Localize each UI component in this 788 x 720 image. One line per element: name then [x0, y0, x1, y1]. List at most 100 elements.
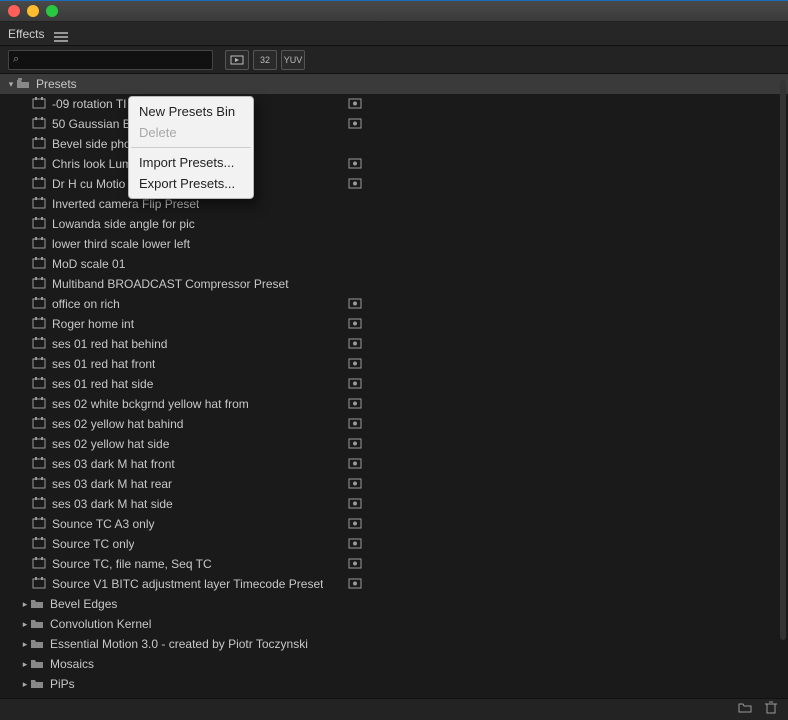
preset-icon — [32, 357, 46, 372]
preset-folder[interactable]: ▸Bevel Edges — [0, 594, 788, 614]
preset-icon — [32, 517, 46, 532]
preset-icon — [32, 417, 46, 432]
caret-down-icon[interactable]: ▾ — [6, 79, 16, 90]
badge-icon — [348, 457, 362, 472]
maximize-window-button[interactable] — [46, 5, 58, 17]
preset-item[interactable]: ses 01 red hat side — [0, 374, 788, 394]
accelerated-effects-filter[interactable] — [225, 50, 249, 70]
window-top-accent — [0, 0, 788, 1]
caret-right-icon[interactable]: ▸ — [20, 639, 30, 650]
badge-icon — [348, 517, 362, 532]
preset-label: Multiband BROADCAST Compressor Preset — [52, 277, 289, 291]
caret-right-icon[interactable]: ▸ — [20, 619, 30, 630]
preset-icon — [32, 157, 46, 172]
preset-item[interactable]: lower third scale lower left — [0, 234, 788, 254]
tree-root-presets[interactable]: ▾ Presets — [0, 74, 788, 94]
filter-icons: 32 YUV — [225, 50, 305, 70]
preset-item[interactable]: Dr H cu Motio — [0, 174, 788, 194]
search-input[interactable] — [22, 54, 208, 66]
preset-icon — [32, 557, 46, 572]
badge-icon — [348, 497, 362, 512]
preset-label: Bevel side pho — [52, 137, 131, 151]
preset-label: ses 01 red hat behind — [52, 337, 167, 351]
preset-label: -09 rotation TI — [52, 97, 126, 111]
preset-item[interactable]: Source TC only — [0, 534, 788, 554]
context-menu-export-presets[interactable]: Export Presets... — [129, 173, 253, 194]
preset-label: Inverted camera Flip Preset — [52, 197, 199, 211]
preset-icon — [32, 177, 46, 192]
32bit-filter[interactable]: 32 — [253, 50, 277, 70]
preset-icon — [32, 537, 46, 552]
preset-icon — [32, 317, 46, 332]
preset-item[interactable]: ses 03 dark M hat rear — [0, 474, 788, 494]
preset-label: Roger home int — [52, 317, 134, 331]
panel-menu-icon[interactable] — [54, 29, 68, 39]
folder-icon — [30, 657, 44, 672]
preset-folder[interactable]: ▸Convolution Kernel — [0, 614, 788, 634]
caret-right-icon[interactable]: ▸ — [20, 659, 30, 670]
preset-item[interactable]: Source TC, file name, Seq TC — [0, 554, 788, 574]
preset-item[interactable]: ses 01 red hat behind — [0, 334, 788, 354]
preset-icon — [32, 217, 46, 232]
preset-item[interactable]: 50 Gaussian B — [0, 114, 788, 134]
scrollbar[interactable] — [780, 80, 786, 640]
close-window-button[interactable] — [8, 5, 20, 17]
preset-item[interactable]: ses 03 dark M hat front — [0, 454, 788, 474]
preset-icon — [32, 297, 46, 312]
preset-item[interactable]: MoD scale 01 — [0, 254, 788, 274]
preset-label: 50 Gaussian B — [52, 117, 131, 131]
context-menu: New Presets Bin Delete Import Presets...… — [128, 96, 254, 199]
effects-tree[interactable]: ▾ Presets -09 rotation TI 50 Gaussian B Be… — [0, 74, 788, 694]
minimize-window-button[interactable] — [27, 5, 39, 17]
preset-item[interactable]: ses 02 yellow hat side — [0, 434, 788, 454]
preset-label: Lowanda side angle for pic — [52, 217, 195, 231]
preset-item[interactable]: Bevel side pho — [0, 134, 788, 154]
titlebar — [0, 0, 788, 22]
preset-item[interactable]: Chris look Lum — [0, 154, 788, 174]
preset-icon — [32, 97, 46, 112]
preset-item[interactable]: Inverted camera Flip Preset — [0, 194, 788, 214]
context-menu-new-presets-bin[interactable]: New Presets Bin — [129, 101, 253, 122]
preset-item[interactable]: ses 02 white bckgrnd yellow hat from — [0, 394, 788, 414]
panel-header: Effects — [0, 22, 788, 46]
badge-icon — [348, 477, 362, 492]
trash-icon[interactable] — [764, 700, 778, 719]
preset-item[interactable]: ses 01 red hat front — [0, 354, 788, 374]
preset-label: Dr H cu Motio — [52, 177, 125, 191]
badge-icon — [348, 337, 362, 352]
badge-icon — [348, 177, 362, 192]
preset-label: ses 03 dark M hat side — [52, 497, 173, 511]
folder-icon — [30, 597, 44, 612]
search-field-wrap[interactable]: ⌕ — [8, 50, 213, 70]
context-menu-import-presets[interactable]: Import Presets... — [129, 152, 253, 173]
toolbar: ⌕ 32 YUV — [0, 46, 788, 74]
preset-label: ses 02 yellow hat side — [52, 437, 169, 451]
preset-item[interactable]: office on rich — [0, 294, 788, 314]
preset-label: ses 02 yellow hat bahind — [52, 417, 183, 431]
badge-icon — [348, 297, 362, 312]
preset-item[interactable]: Lowanda side angle for pic — [0, 214, 788, 234]
folder-icon — [30, 617, 44, 632]
preset-item[interactable]: Multiband BROADCAST Compressor Preset — [0, 274, 788, 294]
preset-item[interactable]: Source V1 BITC adjustment layer Timecode… — [0, 574, 788, 594]
preset-item[interactable]: Roger home int — [0, 314, 788, 334]
preset-icon — [32, 117, 46, 132]
preset-folder[interactable]: ▸PiPs — [0, 674, 788, 694]
preset-folder[interactable]: ▸Essential Motion 3.0 - created by Piotr… — [0, 634, 788, 654]
preset-item[interactable]: Sounce TC A3 only — [0, 514, 788, 534]
caret-right-icon[interactable]: ▸ — [20, 679, 30, 690]
folder-label: Mosaics — [50, 657, 94, 671]
preset-icon — [32, 377, 46, 392]
preset-item[interactable]: ses 03 dark M hat side — [0, 494, 788, 514]
badge-icon — [348, 397, 362, 412]
new-bin-icon[interactable] — [738, 700, 752, 719]
preset-item[interactable]: -09 rotation TI — [0, 94, 788, 114]
preset-icon — [32, 197, 46, 212]
preset-item[interactable]: ses 02 yellow hat bahind — [0, 414, 788, 434]
preset-label: ses 01 red hat front — [52, 357, 155, 371]
caret-right-icon[interactable]: ▸ — [20, 599, 30, 610]
preset-label: MoD scale 01 — [52, 257, 125, 271]
preset-folder[interactable]: ▸ Mosaics — [0, 654, 788, 674]
yuv-filter[interactable]: YUV — [281, 50, 305, 70]
context-menu-delete: Delete — [129, 122, 253, 143]
